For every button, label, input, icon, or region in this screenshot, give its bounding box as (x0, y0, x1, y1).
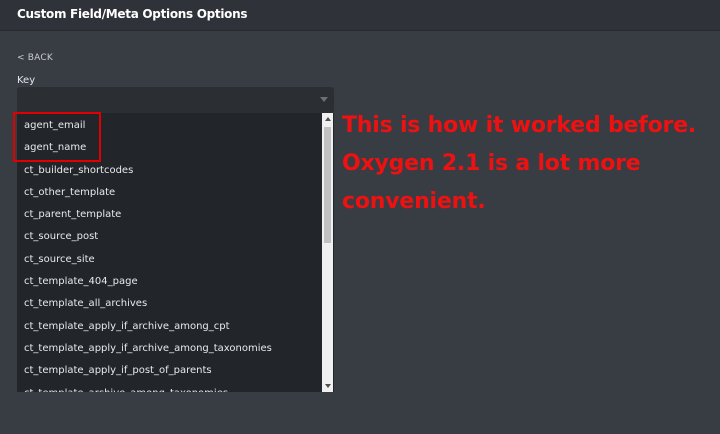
option-item[interactable]: ct_source_post (17, 226, 322, 248)
option-item[interactable]: ct_parent_template (17, 204, 322, 226)
option-item[interactable]: ct_source_site (17, 249, 322, 271)
key-select[interactable] (17, 87, 334, 113)
modal-title: Custom Field/Meta Options Options (17, 7, 248, 21)
option-item[interactable]: ct_template_404_page (17, 271, 322, 293)
option-item[interactable]: ct_template_apply_if_archive_among_taxon… (17, 338, 322, 360)
chevron-down-icon[interactable] (320, 97, 328, 102)
option-item[interactable]: ct_builder_shortcodes (17, 160, 322, 182)
annotation-line: convenient. (342, 189, 486, 214)
back-link[interactable]: < BACK (17, 53, 53, 63)
annotation-line: Oxygen 2.1 is a lot more (342, 151, 641, 176)
scroll-down-arrow-icon[interactable] (325, 384, 331, 388)
modal-titlebar: Custom Field/Meta Options Options (0, 0, 720, 31)
scroll-up-arrow-icon[interactable] (325, 117, 331, 121)
option-item[interactable]: ct_template_archive_among_taxonomies (17, 383, 322, 392)
option-item[interactable]: ct_template_apply_if_post_of_parents (17, 360, 322, 382)
key-field-label: Key (17, 75, 36, 86)
option-item[interactable]: ct_template_all_archives (17, 293, 322, 315)
annotation-text: This is how it worked before. Oxygen 2.1… (342, 107, 720, 221)
annotation-highlight-box (13, 112, 101, 162)
option-item[interactable]: ct_template_apply_if_archive_among_cpt (17, 316, 322, 338)
scrollbar-thumb[interactable] (324, 127, 331, 243)
annotation-line: This is how it worked before. (342, 113, 697, 138)
option-item[interactable]: ct_other_template (17, 182, 322, 204)
dropdown-scrollbar[interactable] (322, 113, 333, 392)
